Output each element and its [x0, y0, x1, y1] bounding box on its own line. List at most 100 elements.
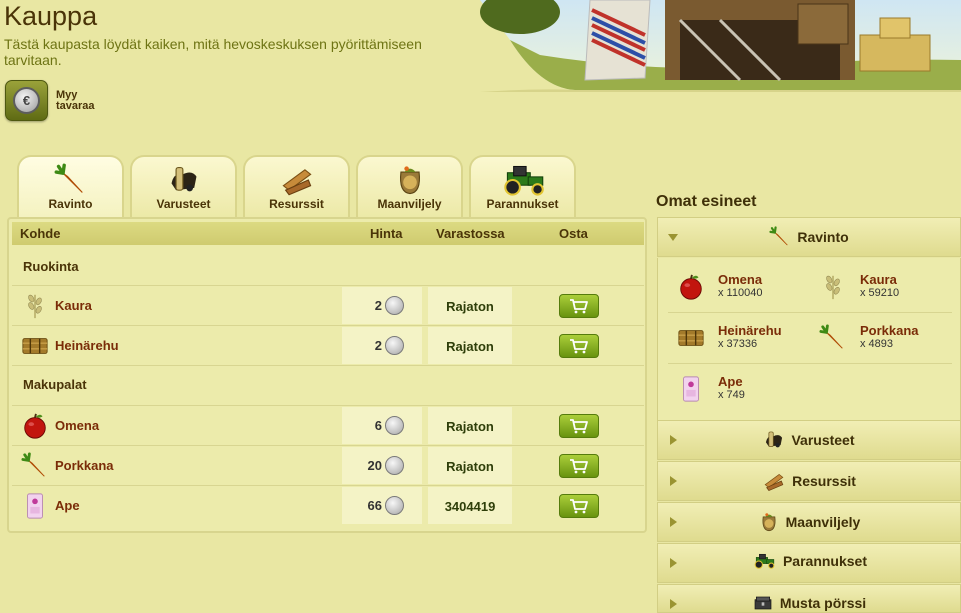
tab-label: Ravinto: [48, 197, 93, 211]
inventory-item-name: Heinärehu: [718, 323, 782, 338]
cart-icon: [569, 418, 589, 434]
apple-icon: [677, 273, 705, 301]
seed-bag-icon: [758, 511, 780, 533]
buy-button[interactable]: [559, 414, 599, 438]
item-price: 20: [367, 458, 382, 473]
feed-bag-icon: [21, 492, 49, 520]
table-row: Heinärehu 2 Rajaton: [12, 325, 644, 365]
tab-resurssit[interactable]: Resurssit: [243, 155, 350, 217]
item-price: 2: [374, 338, 382, 353]
inventory-category-maanviljely[interactable]: Maanviljely: [657, 502, 961, 542]
wood-icon: [277, 163, 317, 197]
hay-bale-icon: [21, 332, 49, 360]
sell-items-label[interactable]: Myy tavaraa: [56, 90, 116, 112]
inventory-item: Heinärehu x 37336: [662, 313, 802, 357]
column-header-price: Hinta: [370, 226, 403, 241]
column-header-buy: Osta: [559, 226, 588, 241]
stock-cell: Rajaton: [428, 327, 512, 364]
item-stock: Rajaton: [446, 459, 494, 474]
tab-parannukset[interactable]: Parannukset: [469, 155, 576, 217]
tab-ravinto[interactable]: Ravinto: [17, 155, 124, 217]
page-title: Kauppa: [4, 1, 98, 31]
inventory-item-count: x 110040: [718, 287, 763, 299]
wood-icon: [762, 470, 786, 492]
saddle-icon: [167, 163, 201, 197]
table-header: Kohde Hinta Varastossa Osta: [12, 222, 644, 245]
inventory-item-count: x 4893: [860, 338, 894, 350]
category-label: Parannukset: [782, 553, 868, 569]
buy-button[interactable]: [559, 454, 599, 478]
tractor-icon: [751, 552, 777, 570]
stock-cell: Rajaton: [428, 407, 512, 444]
inventory-category-resurssit[interactable]: Resurssit: [657, 461, 961, 501]
category-label: Ravinto: [797, 229, 849, 245]
cart-icon: [569, 338, 589, 354]
item-stock: Rajaton: [446, 299, 494, 314]
table-row: Kaura 2 Rajaton: [12, 285, 644, 325]
stock-cell: 3404419: [428, 487, 512, 524]
cart-icon: [569, 298, 589, 314]
buy-button[interactable]: [559, 294, 599, 318]
tractor-icon: [497, 164, 549, 196]
section-title: Makupalat: [23, 377, 87, 392]
tab-label: Varusteet: [156, 197, 211, 211]
sell-items-button[interactable]: €: [5, 80, 48, 121]
silver-coin-icon: €: [13, 87, 40, 114]
carrot-icon: [819, 324, 847, 352]
inventory-item-name: Kaura: [860, 272, 897, 287]
tab-maanviljely[interactable]: Maanviljely: [356, 155, 463, 217]
stable-banner-image: [480, 0, 961, 92]
carrot-icon: [54, 163, 88, 197]
stock-cell: Rajaton: [428, 287, 512, 324]
category-label: Varusteet: [791, 432, 855, 448]
inventory-item: Porkkana x 4893: [804, 313, 944, 357]
hay-bale-icon: [677, 324, 705, 352]
saddle-icon: [763, 429, 785, 451]
inventory-item-count: x 37336: [718, 338, 758, 350]
silver-coin-icon: [385, 336, 404, 355]
column-header-stock: Varastossa: [436, 226, 505, 241]
item-name[interactable]: Ape: [55, 498, 80, 513]
inventory-category-musta-porssi[interactable]: Musta pörssi: [657, 584, 961, 613]
price-cell: 20: [342, 447, 422, 484]
chest-icon: [752, 593, 774, 613]
item-price: 66: [367, 498, 382, 513]
item-stock: Rajaton: [446, 339, 494, 354]
buy-button[interactable]: [559, 494, 599, 518]
shop-table: Kohde Hinta Varastossa Osta Ruokinta Kau…: [7, 217, 647, 533]
item-name[interactable]: Heinärehu: [55, 338, 119, 353]
inventory-item: Ape x 749: [662, 364, 802, 408]
section-row: Makupalat: [12, 365, 644, 405]
feed-bag-icon: [677, 375, 705, 403]
tab-label: Maanviljely: [377, 197, 442, 211]
inventory-category-ravinto[interactable]: Ravinto: [657, 217, 961, 257]
item-name[interactable]: Kaura: [55, 298, 92, 313]
item-name[interactable]: Porkkana: [55, 458, 114, 473]
column-header-item: Kohde: [20, 226, 61, 241]
price-cell: 2: [342, 327, 422, 364]
inventory-category-varusteet[interactable]: Varusteet: [657, 420, 961, 460]
item-price: 6: [374, 418, 382, 433]
apple-icon: [21, 412, 49, 440]
inventory-category-parannukset[interactable]: Parannukset: [657, 543, 961, 583]
inventory-item-name: Porkkana: [860, 323, 919, 338]
table-row: Omena 6 Rajaton: [12, 405, 644, 445]
item-name[interactable]: Omena: [55, 418, 99, 433]
item-price: 2: [374, 298, 382, 313]
tab-varusteet[interactable]: Varusteet: [130, 155, 237, 217]
buy-button[interactable]: [559, 334, 599, 358]
cart-icon: [569, 498, 589, 514]
section-title: Ruokinta: [23, 259, 79, 274]
tab-label: Resurssit: [269, 197, 324, 211]
inventory-item-count: x 59210: [860, 287, 900, 299]
silver-coin-icon: [385, 296, 404, 315]
oat-icon: [21, 292, 49, 320]
cart-icon: [569, 458, 589, 474]
item-stock: 3404419: [444, 499, 496, 514]
inventory-item-name: Omena: [718, 272, 763, 287]
table-row: Porkkana 20 Rajaton: [12, 445, 644, 485]
seed-bag-icon: [393, 163, 427, 197]
category-label: Musta pörssi: [779, 595, 867, 611]
inventory-item: Kaura x 59210: [804, 262, 944, 306]
inventory-title: Omat esineet: [656, 193, 757, 210]
